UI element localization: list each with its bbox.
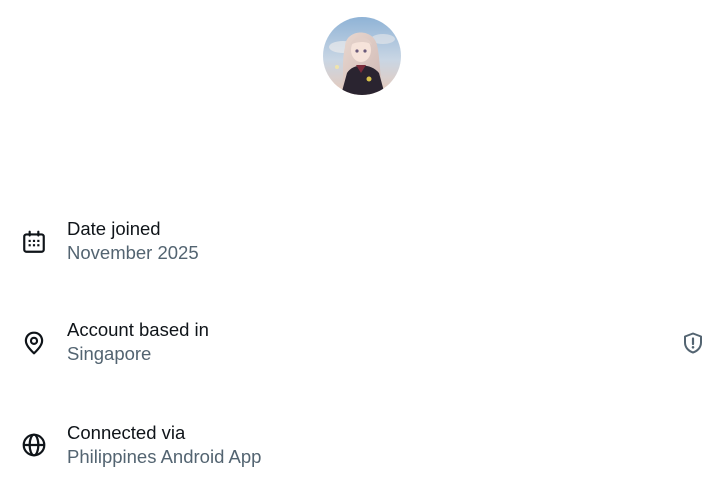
globe-icon [21, 432, 47, 458]
row-connected-via: Connected via Philippines Android App [0, 421, 720, 477]
avatar-image [323, 17, 401, 95]
account-based-in-value: Singapore [67, 343, 152, 364]
connected-via-value: Philippines Android App [67, 446, 262, 467]
location-pin-icon [21, 330, 47, 356]
shield-alert-icon[interactable] [681, 331, 705, 355]
account-based-in-label: Account based in [67, 319, 209, 340]
row-date-joined: Date joined November 2025 [0, 217, 720, 273]
date-joined-value: November 2025 [67, 242, 199, 263]
connected-via-label: Connected via [67, 422, 186, 443]
date-joined-label: Date joined [67, 218, 161, 239]
row-account-based-in: Account based in Singapore [0, 318, 720, 374]
calendar-icon [21, 229, 47, 255]
profile-avatar[interactable] [323, 17, 401, 95]
